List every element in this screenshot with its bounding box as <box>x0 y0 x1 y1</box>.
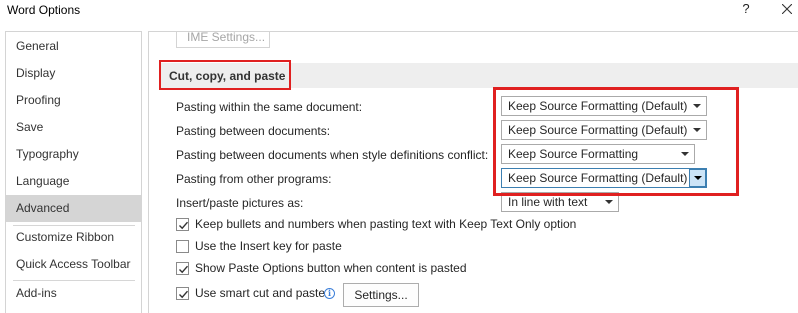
sidebar-item-proofing[interactable]: Proofing <box>6 87 142 114</box>
select-value: Keep Source Formatting (Default) <box>508 99 688 113</box>
sidebar-item-save[interactable]: Save <box>6 114 142 141</box>
paste-style-conflict-label: Pasting between documents when style def… <box>176 148 489 162</box>
chevron-down-icon <box>605 200 613 204</box>
sidebar-item-language[interactable]: Language <box>6 168 142 195</box>
sidebar-item-advanced[interactable]: Advanced <box>6 195 142 222</box>
chevron-down-icon <box>693 128 701 132</box>
smart-cut-paste-checkbox[interactable] <box>176 287 189 300</box>
paste-between-documents-select[interactable]: Keep Source Formatting (Default) <box>501 120 707 140</box>
keep-bullets-label: Keep bullets and numbers when pasting te… <box>195 217 577 231</box>
chevron-down-icon <box>681 152 689 156</box>
close-icon <box>782 4 792 14</box>
select-value: Keep Source Formatting (Default) <box>508 171 688 185</box>
sidebar-item-typography[interactable]: Typography <box>6 141 142 168</box>
checkmark-icon <box>179 290 189 299</box>
options-sidebar: General Display Proofing Save Typography… <box>5 31 142 313</box>
sidebar-item-general[interactable]: General <box>6 33 142 60</box>
insert-key-label: Use the Insert key for paste <box>195 239 342 253</box>
insert-pictures-select[interactable]: In line with text <box>501 192 619 212</box>
smart-cut-paste-label: Use smart cut and paste <box>195 286 326 300</box>
window-title: Word Options <box>7 3 81 17</box>
show-paste-options-label: Show Paste Options button when content i… <box>195 261 467 275</box>
sidebar-item-quick-access-toolbar[interactable]: Quick Access Toolbar <box>6 251 142 278</box>
title-bar: Word Options ? <box>0 0 798 22</box>
keep-bullets-option[interactable]: Keep bullets and numbers when pasting te… <box>176 217 596 233</box>
info-icon: i <box>324 288 335 299</box>
sidebar-item-customize-ribbon[interactable]: Customize Ribbon <box>6 224 142 251</box>
checkmark-icon <box>179 265 189 274</box>
chevron-down-icon <box>694 176 702 180</box>
sidebar-item-add-ins[interactable]: Add-ins <box>6 280 142 307</box>
paste-between-documents-label: Pasting between documents: <box>176 124 331 138</box>
keep-bullets-checkbox[interactable] <box>176 218 189 231</box>
dropdown-button[interactable] <box>689 169 706 187</box>
sidebar-item-display[interactable]: Display <box>6 60 142 87</box>
select-value: In line with text <box>508 195 588 209</box>
show-paste-options-checkbox[interactable] <box>176 262 189 275</box>
insert-key-checkbox[interactable] <box>176 240 189 253</box>
insert-pictures-label: Insert/paste pictures as: <box>176 196 304 210</box>
section-title: Cut, copy, and paste <box>169 69 286 83</box>
smart-cut-paste-option[interactable]: Use smart cut and paste <box>176 286 326 302</box>
help-button[interactable]: ? <box>738 1 754 19</box>
chevron-down-icon <box>693 104 701 108</box>
paste-other-programs-select[interactable]: Keep Source Formatting (Default) <box>501 168 707 188</box>
select-value: Keep Source Formatting (Default) <box>508 123 688 137</box>
close-button[interactable] <box>774 0 798 20</box>
paste-same-document-select[interactable]: Keep Source Formatting (Default) <box>501 96 707 116</box>
checkmark-icon <box>179 221 189 230</box>
advanced-options-panel: IME Settings... Cut, copy, and paste Pas… <box>148 31 798 313</box>
select-value: Keep Source Formatting <box>508 147 639 161</box>
ime-settings-button[interactable]: IME Settings... <box>176 32 270 48</box>
section-header-cut-copy-paste: Cut, copy, and paste <box>159 63 798 88</box>
insert-key-option[interactable]: Use the Insert key for paste <box>176 239 376 255</box>
smart-cut-settings-button[interactable]: Settings... <box>343 283 419 307</box>
paste-same-document-label: Pasting within the same document: <box>176 100 363 114</box>
paste-other-programs-label: Pasting from other programs: <box>176 172 332 186</box>
paste-style-conflict-select[interactable]: Keep Source Formatting <box>501 144 695 164</box>
show-paste-options-option[interactable]: Show Paste Options button when content i… <box>176 261 496 277</box>
